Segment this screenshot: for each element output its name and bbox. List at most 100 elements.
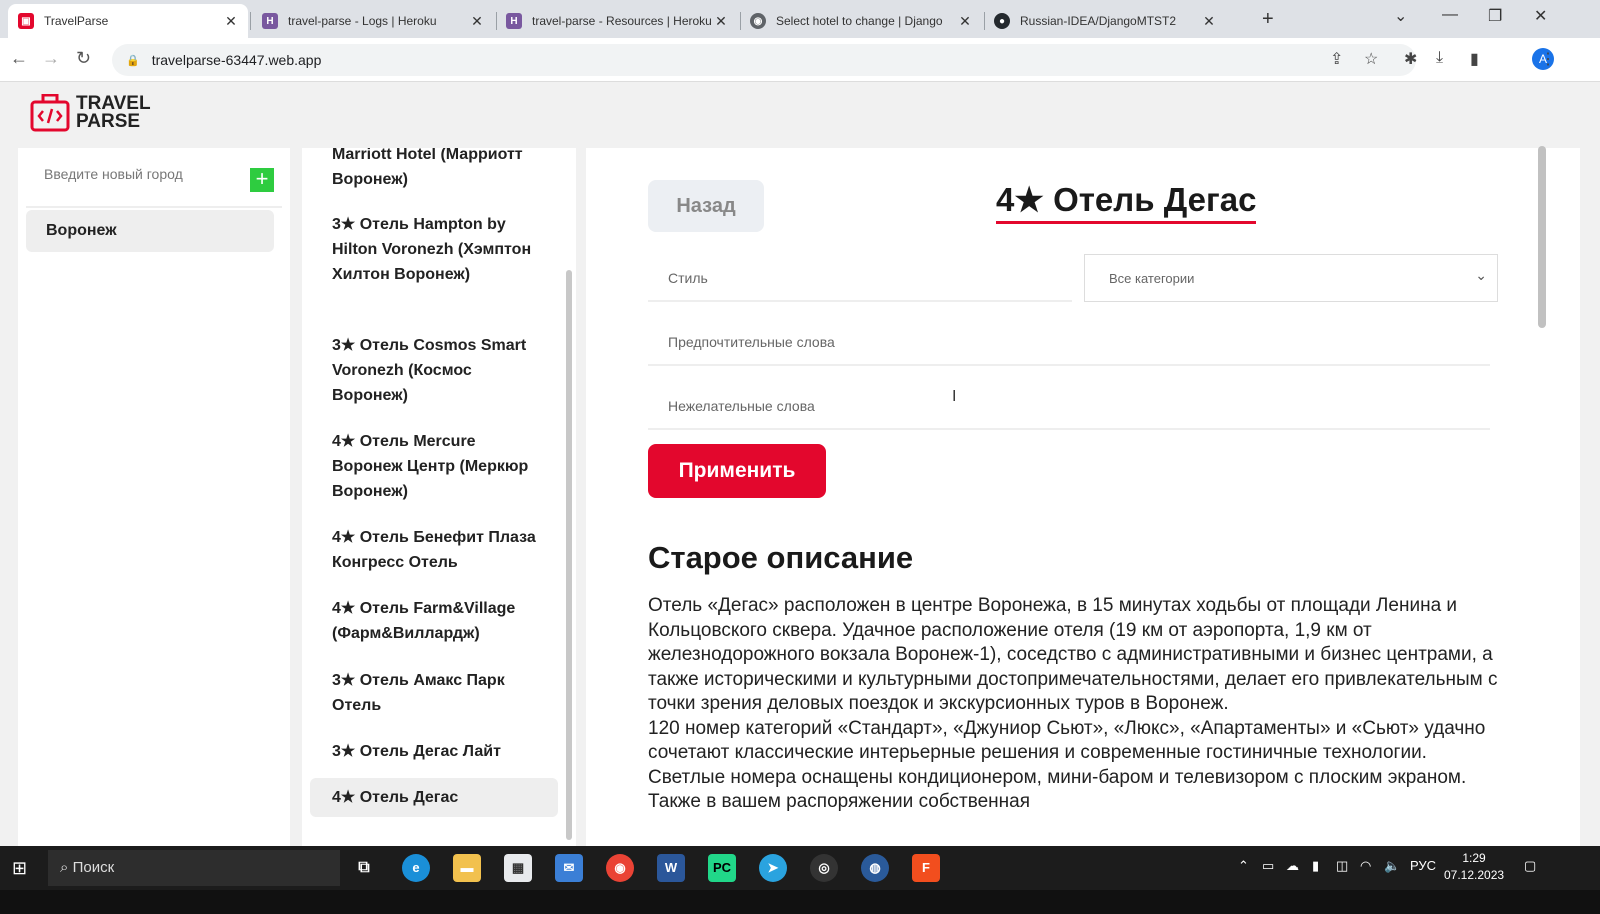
list-item-selected[interactable]: 4★ Отель Дегас bbox=[310, 778, 558, 817]
tab-title: travel-parse - Logs | Heroku bbox=[288, 14, 437, 28]
url-text: travelparse-63447.web.app bbox=[151, 52, 322, 68]
file-explorer-icon[interactable]: ▬ bbox=[453, 854, 481, 882]
tab-title: Select hotel to change | Django bbox=[776, 14, 943, 28]
browser-tab-bar: ▣ TravelParse ✕ H travel-parse - Logs | … bbox=[0, 0, 1600, 38]
telegram-icon[interactable]: ➤ bbox=[759, 854, 787, 882]
taskbar-search[interactable]: ⌕ Поиск bbox=[48, 850, 340, 886]
sidebar-item-city[interactable]: Воронеж bbox=[26, 210, 274, 252]
text-cursor-icon: I bbox=[952, 388, 957, 405]
tab-travelparse[interactable]: ▣ TravelParse ✕ bbox=[8, 4, 248, 38]
page-scrollbar[interactable] bbox=[1538, 146, 1546, 328]
figma-icon[interactable]: F bbox=[912, 854, 940, 882]
wifi-icon[interactable]: ◠ bbox=[1360, 858, 1371, 874]
forward-arrow-icon[interactable]: → bbox=[42, 48, 60, 69]
share-icon[interactable]: ⇪ bbox=[1330, 49, 1343, 69]
address-toolbar: ← → ↻ 🔒 travelparse-63447.web.app ⇪ ☆ ✱ … bbox=[0, 38, 1600, 82]
tab-title: Russian-IDEA/DjangoMTST2 bbox=[1020, 14, 1177, 28]
unwanted-words-input[interactable]: Нежелательные слова bbox=[648, 384, 1490, 430]
list-item[interactable]: 4★ Отель Mercure Воронеж Центр (Меркюр В… bbox=[310, 429, 558, 504]
close-tab-icon[interactable]: ✕ bbox=[714, 13, 728, 30]
category-select-value: Все категории bbox=[1109, 271, 1195, 286]
chrome-icon[interactable]: ◉ bbox=[606, 854, 634, 882]
lock-icon: 🔒 bbox=[126, 54, 140, 67]
category-select[interactable]: Все категории ⌄ bbox=[1084, 254, 1498, 302]
suitcase-code-icon bbox=[30, 94, 70, 132]
add-city-button[interactable]: + bbox=[250, 168, 274, 192]
tab-heroku-logs[interactable]: H travel-parse - Logs | Heroku ✕ bbox=[252, 4, 494, 38]
close-tab-icon[interactable]: ✕ bbox=[958, 13, 972, 30]
restore-icon[interactable]: ❐ bbox=[1488, 6, 1502, 26]
windows-start-icon[interactable]: ⊞ bbox=[12, 858, 27, 879]
bookmark-star-icon[interactable]: ☆ bbox=[1364, 49, 1378, 69]
taskbar-clock[interactable]: 1:29 07.12.2023 bbox=[1444, 850, 1504, 884]
word-icon[interactable]: W bbox=[657, 854, 685, 882]
tab-search-chevron-icon[interactable]: ⌄ bbox=[1394, 6, 1407, 26]
tab-title: travel-parse - Resources | Heroku bbox=[532, 14, 712, 28]
close-tab-icon[interactable]: ✕ bbox=[224, 13, 238, 30]
display-icon[interactable]: ◫ bbox=[1336, 858, 1348, 874]
tab-django-admin[interactable]: ◉ Select hotel to change | Django ✕ bbox=[740, 4, 982, 38]
language-indicator[interactable]: РУС bbox=[1410, 858, 1436, 873]
description-paragraph: Отель «Дегас» расположен в центре Вороне… bbox=[648, 595, 1498, 714]
travelparse-icon: ▣ bbox=[18, 13, 34, 29]
task-view-icon[interactable]: ⧉ bbox=[350, 854, 378, 882]
onedrive-icon[interactable]: ☁ bbox=[1286, 858, 1299, 874]
style-input[interactable]: Стиль bbox=[648, 256, 1072, 302]
github-icon: ● bbox=[994, 13, 1010, 29]
hotel-list-scrollbar[interactable] bbox=[566, 270, 572, 840]
page-title: 4★ Отель Дегас bbox=[996, 180, 1257, 224]
clock-time: 1:29 bbox=[1462, 851, 1486, 865]
heroku-icon: H bbox=[506, 13, 522, 29]
old-description-heading: Старое описание bbox=[648, 540, 914, 575]
hotel-detail-panel: Назад 4★ Отель Дегас Стиль Все категории… bbox=[586, 148, 1580, 846]
travelparse-logo[interactable]: TRAVEL PARSE bbox=[30, 94, 151, 132]
new-city-input[interactable]: Введите новый город bbox=[44, 166, 183, 182]
minimize-icon[interactable]: — bbox=[1442, 6, 1458, 24]
back-button[interactable]: Назад bbox=[648, 180, 764, 232]
mail-icon[interactable]: ✉ bbox=[555, 854, 583, 882]
battery-icon[interactable]: ▭ bbox=[1262, 858, 1274, 874]
list-item[interactable]: 4★ Отель Farm&Village (Фарм&Виллардж) bbox=[310, 596, 558, 646]
tab-github[interactable]: ● Russian-IDEA/DjangoMTST2 ✕ bbox=[984, 4, 1226, 38]
tab-heroku-resources[interactable]: H travel-parse - Resources | Heroku ✕ bbox=[496, 4, 738, 38]
list-item[interactable]: 3★ Отель Дегас Лайт bbox=[310, 739, 558, 764]
volume-icon[interactable]: 🔈 bbox=[1384, 858, 1400, 874]
clock-date: 07.12.2023 bbox=[1444, 868, 1505, 882]
close-tab-icon[interactable]: ✕ bbox=[470, 13, 484, 30]
web-page: TRAVEL PARSE Введите новый город + Ворон… bbox=[0, 82, 1600, 846]
bottom-strip bbox=[0, 890, 1600, 914]
tab-title: TravelParse bbox=[44, 14, 109, 28]
apply-button[interactable]: Применить bbox=[648, 444, 826, 498]
tray-chevron-icon[interactable]: ⌃ bbox=[1238, 858, 1249, 874]
edge-icon[interactable]: e bbox=[402, 854, 430, 882]
url-bar[interactable]: 🔒 travelparse-63447.web.app bbox=[112, 44, 1416, 76]
notifications-icon[interactable]: ▢ bbox=[1524, 858, 1536, 874]
obs-icon[interactable]: ◎ bbox=[810, 854, 838, 882]
microphone-icon[interactable]: ▮ bbox=[1312, 858, 1319, 874]
globe-icon: ◉ bbox=[750, 13, 766, 29]
close-tab-icon[interactable]: ✕ bbox=[1202, 13, 1216, 30]
description-paragraph: 120 номер категорий «Стандарт», «Джуниор… bbox=[648, 717, 1486, 813]
list-item[interactable]: 3★ Отель Hampton by Hilton Voronezh (Хэм… bbox=[310, 212, 558, 287]
logo-text-parse: PARSE bbox=[76, 111, 141, 132]
pycharm-icon[interactable]: PC bbox=[708, 854, 736, 882]
hotel-list: Marriott Hotel (Марриотт Воронеж) 3★ Оте… bbox=[302, 148, 576, 846]
side-panel-icon[interactable]: ▮ bbox=[1470, 49, 1479, 69]
list-item[interactable]: Marriott Hotel (Марриотт Воронеж) bbox=[310, 148, 558, 192]
list-item[interactable]: 3★ Отель Cosmos Smart Voronezh (Космос В… bbox=[310, 333, 558, 408]
download-icon[interactable]: ⤓ bbox=[1436, 49, 1443, 67]
city-sidebar: Введите новый город + Воронеж bbox=[18, 148, 290, 846]
new-tab-icon[interactable]: + bbox=[1262, 8, 1274, 31]
list-item[interactable]: 4★ Отель Бенефит Плаза Конгресс Отель bbox=[310, 525, 558, 575]
extensions-icon[interactable]: ✱ bbox=[1404, 49, 1417, 69]
store-icon[interactable]: ▦ bbox=[504, 854, 532, 882]
preferred-words-input[interactable]: Предпочтительные слова bbox=[648, 320, 1490, 366]
chevron-down-icon: ⌄ bbox=[1475, 267, 1487, 283]
search-icon: ⌕ bbox=[60, 859, 73, 876]
reload-icon[interactable]: ↻ bbox=[76, 48, 91, 69]
network-app-icon[interactable]: ◍ bbox=[861, 854, 889, 882]
list-item[interactable]: 3★ Отель Амакс Парк Отель bbox=[310, 668, 558, 718]
menu-dots-icon[interactable]: ⋮ bbox=[1540, 49, 1556, 69]
close-window-icon[interactable]: ✕ bbox=[1534, 6, 1547, 26]
back-arrow-icon[interactable]: ← bbox=[10, 48, 28, 69]
